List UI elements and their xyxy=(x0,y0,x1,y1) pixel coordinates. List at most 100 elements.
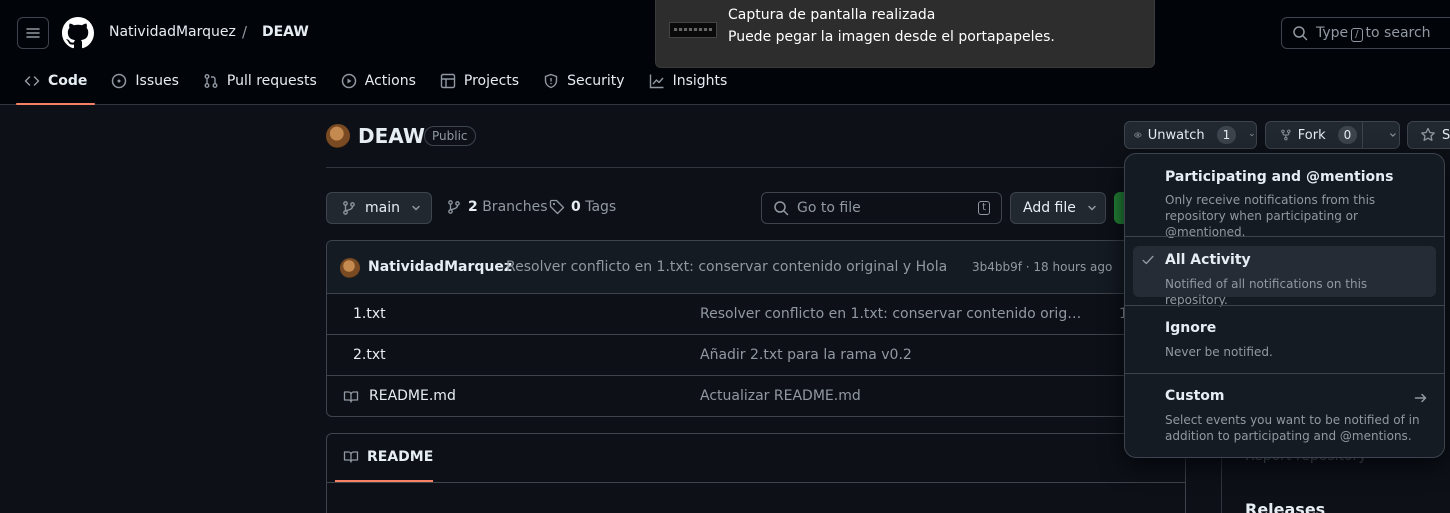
watch-notifications-menu: Participating and @mentions Only receive… xyxy=(1124,153,1445,458)
book-icon xyxy=(343,391,359,403)
commit-author-link[interactable]: NatividadMarquez xyxy=(368,259,512,275)
search-shortcut-key: / xyxy=(1351,27,1363,42)
file-commit-message[interactable]: Actualizar README.md xyxy=(700,388,1085,404)
readme-tab-label: README xyxy=(367,449,434,465)
readme-divider xyxy=(327,482,1185,483)
pull-request-icon xyxy=(204,73,218,88)
search-icon xyxy=(774,201,789,216)
branches-label: Branches xyxy=(482,199,548,215)
tab-actions[interactable]: Actions xyxy=(333,64,424,97)
chevron-down-icon xyxy=(1088,205,1096,211)
search-icon xyxy=(1293,26,1308,41)
table-row: README.md Actualizar README.md xyxy=(327,376,1225,416)
table-icon xyxy=(440,73,456,88)
chevron-down-icon[interactable] xyxy=(1387,127,1399,143)
screenshot-notification-toast[interactable]: Captura de pantalla realizada Puede pega… xyxy=(655,0,1155,68)
branch-icon xyxy=(448,200,460,214)
tab-label: Issues xyxy=(135,72,179,89)
menu-item-custom[interactable]: Custom Select events you want to be noti… xyxy=(1125,374,1444,458)
breadcrumb-owner-link[interactable]: NatividadMarquez xyxy=(109,24,236,40)
menu-item-participating[interactable]: Participating and @mentions Only receive… xyxy=(1125,154,1444,239)
table-row: 1.txt Resolver conflicto en 1.txt: conse… xyxy=(327,294,1225,335)
tab-projects[interactable]: Projects xyxy=(432,64,527,97)
watch-count: 1 xyxy=(1216,126,1237,144)
avatar[interactable] xyxy=(340,258,360,278)
tag-icon xyxy=(549,199,565,215)
breadcrumb-separator: / xyxy=(242,23,248,41)
menu-divider xyxy=(1125,236,1444,237)
menu-item-description: Notified of all notifications on this re… xyxy=(1165,277,1368,307)
check-icon xyxy=(1142,255,1154,265)
branch-name: main xyxy=(365,200,400,216)
releases-heading[interactable]: Releases xyxy=(1245,500,1325,513)
tab-pull-requests[interactable]: Pull requests xyxy=(195,64,325,97)
tab-label: Projects xyxy=(463,72,520,89)
fork-button[interactable]: Fork 0 xyxy=(1265,121,1400,149)
file-name-link[interactable]: README.md xyxy=(369,388,456,404)
tags-link[interactable]: 0 Tags xyxy=(549,199,616,215)
graph-icon xyxy=(649,74,664,88)
tab-security[interactable]: Security xyxy=(535,64,633,97)
tab-label: Insights xyxy=(672,72,728,89)
tab-label: Actions xyxy=(364,72,416,89)
hamburger-icon xyxy=(26,28,40,38)
menu-item-description: Select events you want to be notified of… xyxy=(1165,413,1420,443)
chevron-down-icon xyxy=(1250,133,1254,137)
latest-commit-row: NatividadMarquez Resolver conflicto en 1… xyxy=(327,241,1225,294)
star-button[interactable]: S xyxy=(1407,121,1450,149)
go-to-file-shortcut-key: t xyxy=(978,201,990,215)
branches-link[interactable]: 2 Branches xyxy=(446,199,548,215)
menu-item-title: Participating and @mentions xyxy=(1165,169,1394,185)
tab-label: Pull requests xyxy=(226,72,317,89)
tab-code[interactable]: Code xyxy=(16,64,96,105)
repo-title[interactable]: DEAW xyxy=(358,124,425,148)
shield-icon xyxy=(544,73,558,88)
chevron-down-icon xyxy=(412,205,420,211)
menu-item-description: Never be notified. xyxy=(1165,345,1273,359)
add-file-button[interactable]: Add file xyxy=(1010,192,1106,224)
arrow-right-icon xyxy=(1414,393,1427,403)
star-icon xyxy=(1421,127,1435,141)
menu-item-description: Only receive notifications from this rep… xyxy=(1165,193,1376,239)
global-search-input[interactable]: Type / to search xyxy=(1281,17,1450,49)
github-logo-icon[interactable] xyxy=(62,17,94,49)
commit-message-link[interactable]: Resolver conflicto en 1.txt: conservar c… xyxy=(506,259,947,275)
readme-panel: README xyxy=(326,433,1186,513)
unwatch-button[interactable]: Unwatch 1 xyxy=(1124,121,1257,149)
menu-item-title: Custom xyxy=(1165,388,1225,404)
star-label: S xyxy=(1442,127,1450,143)
menu-item-title: All Activity xyxy=(1165,252,1251,268)
code-icon xyxy=(24,75,40,86)
file-table: NatividadMarquez Resolver conflicto en 1… xyxy=(326,240,1226,417)
tab-label: Security xyxy=(567,72,625,89)
file-name-link[interactable]: 2.txt xyxy=(353,347,386,363)
fork-label: Fork xyxy=(1297,127,1326,143)
menu-item-ignore[interactable]: Ignore Never be notified. xyxy=(1125,306,1444,372)
branch-selector[interactable]: main xyxy=(326,192,432,224)
commit-hash-time[interactable]: 3b4bb9f · 18 hours ago xyxy=(972,260,1112,274)
file-commit-message[interactable]: Añadir 2.txt para la rama v0.2 xyxy=(700,347,1085,363)
toast-title: Captura de pantalla realizada xyxy=(728,7,936,23)
go-to-file-placeholder: Go to file xyxy=(797,200,861,216)
file-name-link[interactable]: 1.txt xyxy=(353,306,386,322)
tab-issues[interactable]: Issues xyxy=(103,64,187,97)
repo-nav-tabs: Code Issues Pull requests Actions Projec… xyxy=(16,64,743,105)
add-file-label: Add file xyxy=(1023,200,1076,216)
file-commit-message[interactable]: Resolver conflicto en 1.txt: conservar c… xyxy=(700,306,1085,322)
readme-tab[interactable]: README xyxy=(343,449,433,465)
fork-icon xyxy=(1281,129,1291,141)
branch-icon xyxy=(343,201,355,215)
book-icon xyxy=(343,451,359,463)
go-to-file-input[interactable]: Go to file t xyxy=(761,192,1002,224)
hamburger-menu-button[interactable] xyxy=(17,17,49,49)
unwatch-label: Unwatch xyxy=(1147,127,1205,143)
breadcrumb-repo-link[interactable]: DEAW xyxy=(262,24,309,40)
owner-avatar[interactable] xyxy=(326,124,350,148)
tags-label: Tags xyxy=(585,199,617,215)
tab-label: Code xyxy=(48,72,88,89)
fork-button-divider xyxy=(1362,121,1363,149)
screenshot-thumbnail xyxy=(669,22,717,38)
issue-icon xyxy=(112,73,127,88)
table-row: 2.txt Añadir 2.txt para la rama v0.2 xyxy=(327,335,1225,376)
tab-insights[interactable]: Insights xyxy=(641,64,736,97)
